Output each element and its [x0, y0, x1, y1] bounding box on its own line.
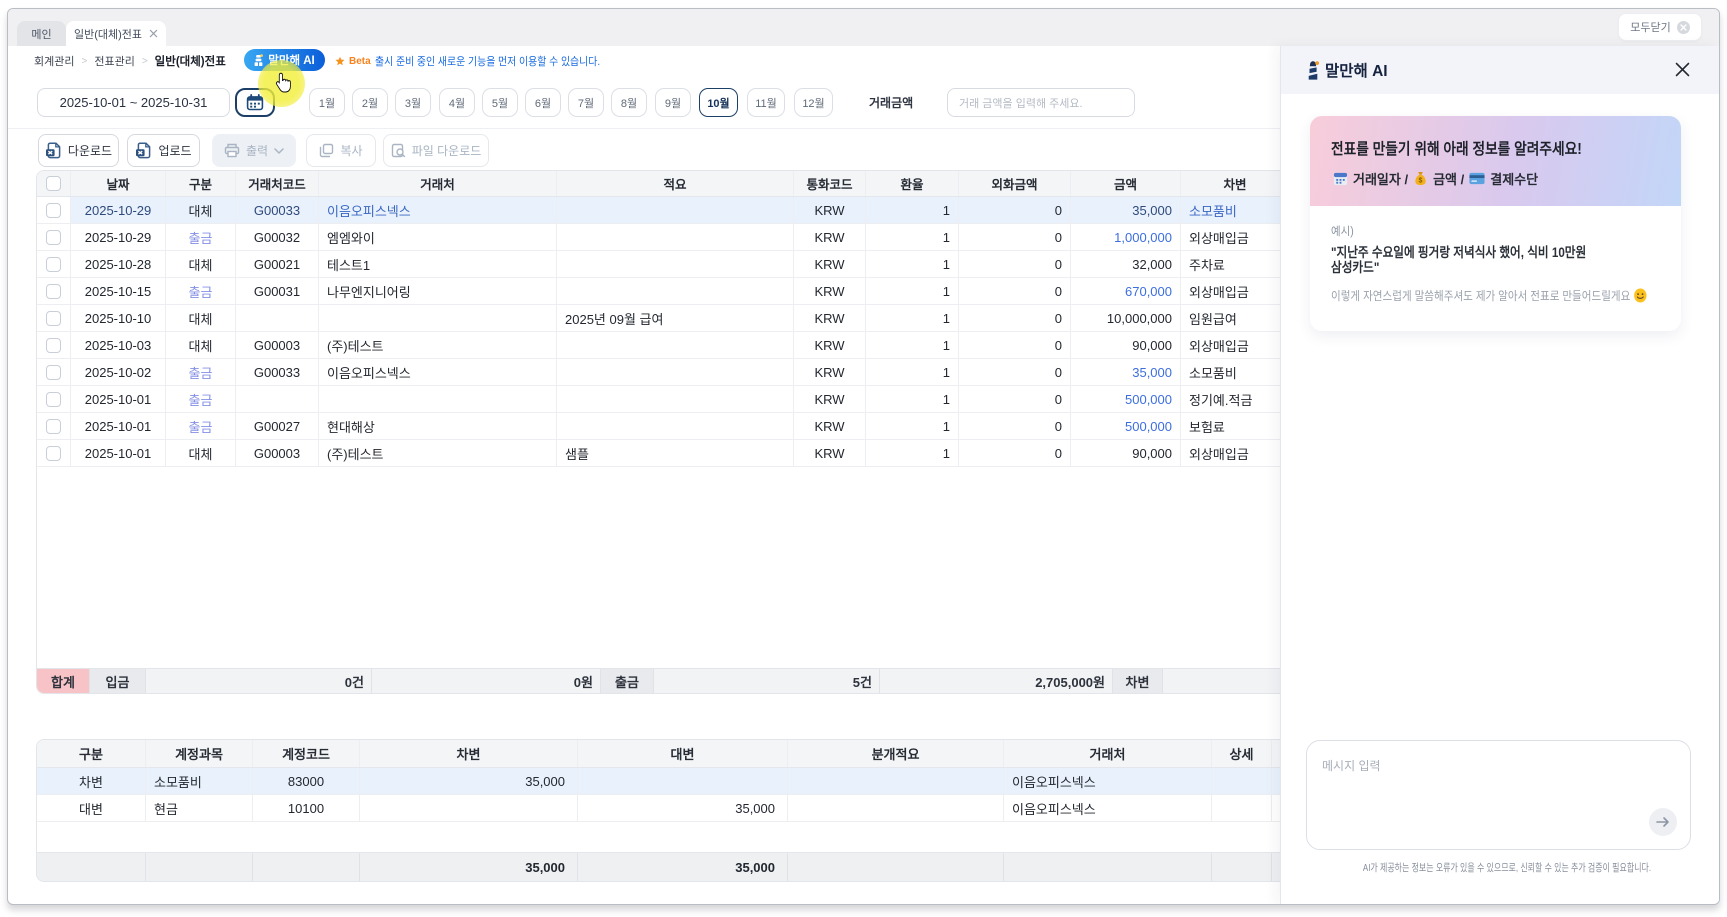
svg-text:$: $	[1419, 177, 1423, 184]
